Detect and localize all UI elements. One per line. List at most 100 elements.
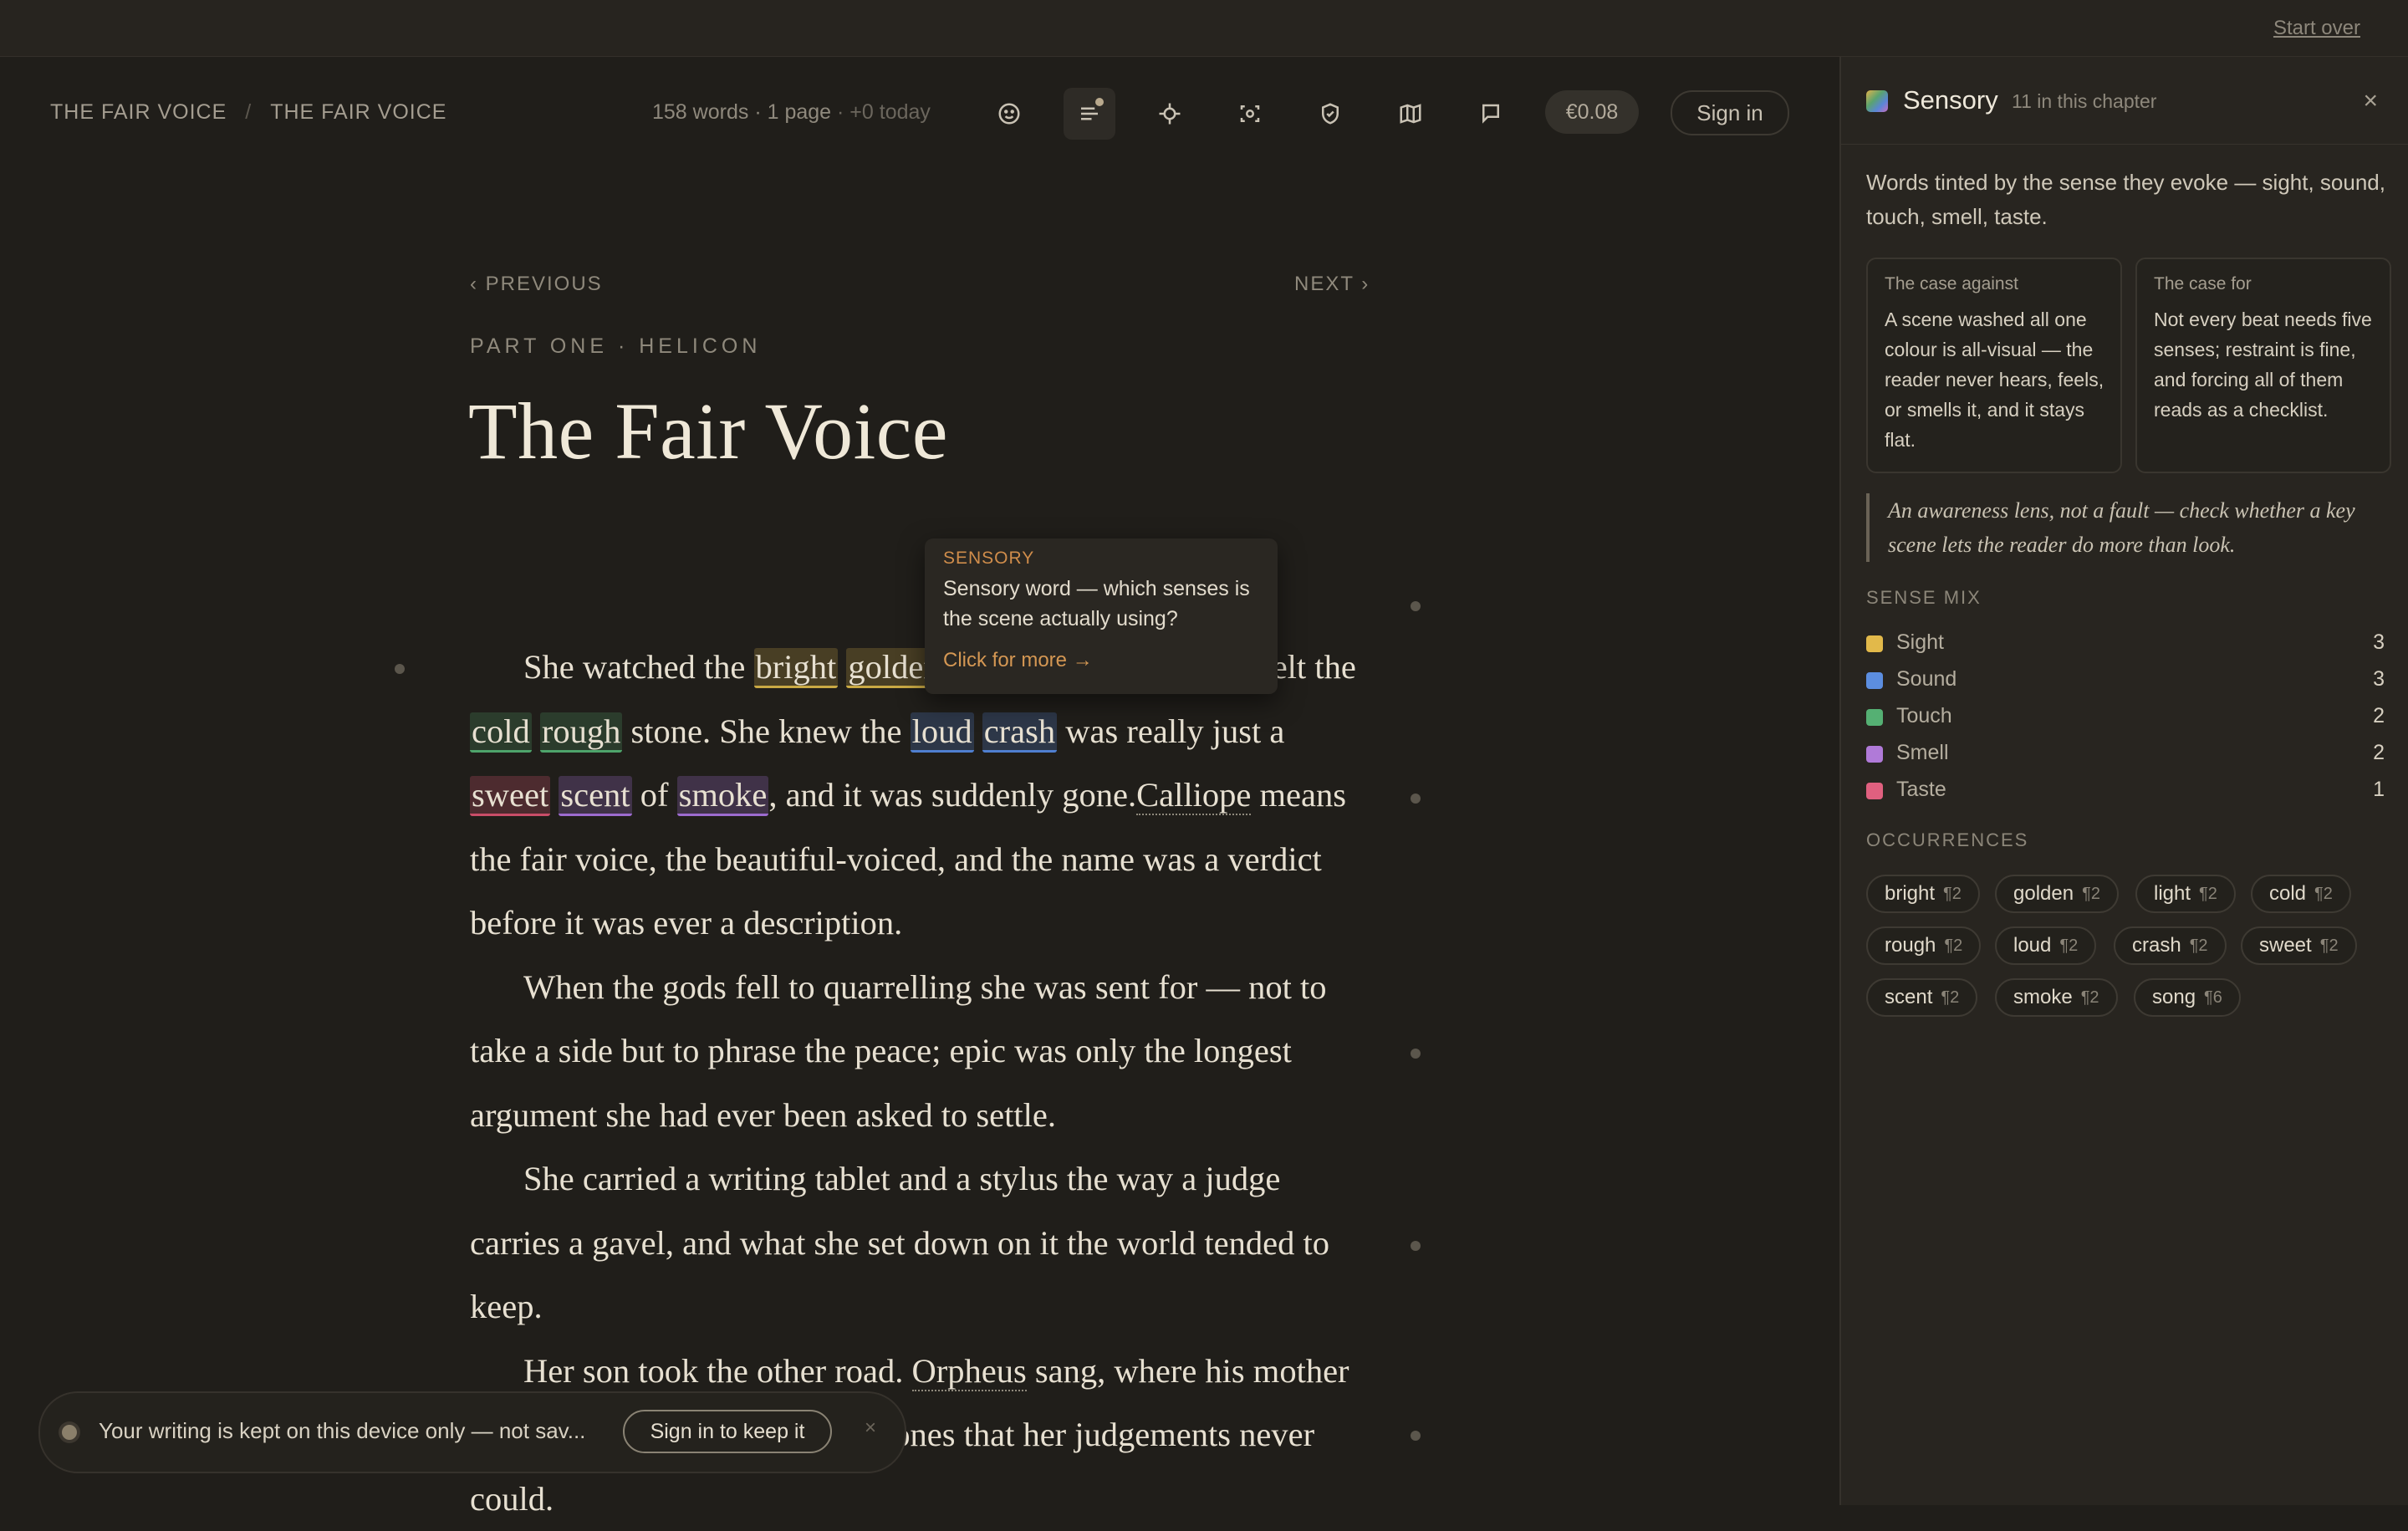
occurrence-word: cold: [2269, 882, 2306, 906]
name-reference[interactable]: Orpheus: [912, 1352, 1027, 1391]
next-chapter-link[interactable]: NEXT ›: [1294, 273, 1370, 296]
paragraph-marker[interactable]: [1411, 601, 1421, 611]
usage-cost-badge[interactable]: €0.08: [1545, 90, 1639, 134]
start-over-link[interactable]: Start over: [2273, 17, 2360, 40]
occurrence-word: bright: [1885, 882, 1935, 906]
breadcrumb-book[interactable]: THE FAIR VOICE: [50, 100, 227, 125]
editor-area: THE FAIR VOICE / THE FAIR VOICE 158 word…: [0, 57, 1839, 1505]
occurrence-paragraph-ref: ¶2: [2190, 936, 2208, 956]
sense-mix-heading: SENSE MIX: [1866, 587, 1982, 609]
occurrence-chip[interactable]: crash ¶2: [2114, 926, 2227, 965]
sense-mix-row[interactable]: Smell2: [1866, 739, 2385, 769]
sensory-swatch-icon: [1866, 90, 1888, 112]
tooltip-more-link[interactable]: Click for more →: [943, 649, 1093, 672]
toast-close-icon[interactable]: ×: [865, 1416, 876, 1440]
occurrence-chip[interactable]: light¶2: [2135, 875, 2236, 913]
shield-check-icon: [1318, 101, 1343, 126]
sense-mix-row[interactable]: Touch 2: [1866, 702, 2385, 732]
paragraph-marker[interactable]: [1411, 1241, 1421, 1251]
previous-chapter-link[interactable]: ‹ PREVIOUS: [470, 273, 603, 296]
tooltip-category: SENSORY: [943, 549, 1034, 569]
sensory-tooltip: SENSORY Sensory word — which senses is t…: [925, 538, 1278, 694]
toast-message: Your writing is kept on this device only…: [99, 1418, 585, 1444]
occurrence-word: song: [2152, 986, 2196, 1009]
sense-count: 2: [2373, 704, 2385, 728]
status-dot: [62, 1425, 77, 1440]
scan-lens-button[interactable]: [1224, 88, 1276, 140]
sense-label: Sound: [1896, 667, 1956, 692]
sensory-word-touch[interactable]: rough: [540, 712, 623, 753]
sign-in-to-keep-button[interactable]: Sign in to keep it: [623, 1410, 832, 1453]
sense-mix-row[interactable]: Taste1: [1866, 776, 2385, 806]
text-run: [532, 712, 540, 750]
sensory-lens-button[interactable]: [1064, 88, 1115, 140]
text-run: Her son took the other road.: [523, 1352, 912, 1390]
occurrence-word: scent: [1885, 986, 1932, 1009]
occurrences-heading: OCCURRENCES: [1866, 829, 2028, 851]
sensory-word-smell[interactable]: scent: [559, 776, 631, 816]
occurrence-paragraph-ref: ¶2: [2081, 988, 2099, 1008]
occurrence-chip[interactable]: golden ¶2: [1995, 875, 2119, 913]
occurrence-word: crash: [2132, 934, 2181, 957]
comments-button[interactable]: [1465, 88, 1517, 140]
occurrence-word: smoke: [2013, 986, 2073, 1009]
sensory-panel: Sensory 11 in this chapter × Words tinte…: [1839, 57, 2408, 1505]
case-against-card: The case against A scene washed all one …: [1866, 258, 2122, 473]
card-heading: The case for: [2154, 274, 2252, 294]
sense-label: Touch: [1896, 704, 1952, 728]
occurrence-paragraph-ref: ¶2: [2082, 885, 2100, 904]
occurrence-paragraph-ref: ¶2: [1944, 936, 1962, 956]
tooltip-text: Sensory word — which senses is the scene…: [943, 574, 1265, 634]
occurrence-paragraph-ref: ¶6: [2204, 988, 2222, 1008]
paragraph-marker[interactable]: [1411, 1431, 1421, 1441]
card-heading: The case against: [1885, 274, 2018, 294]
paragraph-marker[interactable]: [395, 664, 405, 674]
paragraph[interactable]: When the gods fell to quarrelling she wa…: [470, 956, 1365, 1148]
occurrence-chip[interactable]: rough¶2: [1866, 926, 1981, 965]
sensory-word-sight[interactable]: bright: [754, 648, 839, 688]
mood-lens-button[interactable]: [983, 88, 1035, 140]
card-body: A scene washed all one colour is all-vis…: [1885, 304, 2110, 455]
breadcrumb-chapter[interactable]: THE FAIR VOICE: [270, 100, 446, 125]
sensory-word-sound[interactable]: loud: [911, 712, 974, 753]
occurrence-word: loud: [2013, 934, 2051, 957]
shield-lens-button[interactable]: [1304, 88, 1356, 140]
card-body: Not every beat needs five senses; restra…: [2154, 304, 2380, 425]
paragraph-marker[interactable]: [1411, 794, 1421, 804]
comment-icon: [1478, 101, 1503, 126]
occurrence-word: golden: [2013, 882, 2074, 906]
close-icon[interactable]: ×: [2363, 87, 2378, 115]
occurrence-paragraph-ref: ¶2: [1941, 988, 1959, 1008]
occurrence-chip[interactable]: bright¶2: [1866, 875, 1980, 913]
chapter-title[interactable]: The Fair Voice: [468, 385, 948, 477]
sign-in-button[interactable]: Sign in: [1671, 90, 1789, 135]
occurrence-paragraph-ref: ¶2: [2199, 885, 2217, 904]
sensory-word-touch[interactable]: cold: [470, 712, 532, 753]
sensory-word-sound[interactable]: crash: [982, 712, 1057, 753]
text-run: stone. She knew the: [622, 712, 910, 750]
occurrence-chip[interactable]: loud¶2: [1995, 926, 2096, 965]
name-reference[interactable]: Calliope: [1136, 776, 1251, 815]
occurrence-chip[interactable]: scent ¶2: [1866, 978, 1977, 1017]
sense-mix-row[interactable]: Sight3: [1866, 629, 2385, 659]
panel-title: Sensory: [1903, 85, 1998, 115]
stats-separator: ·: [754, 100, 761, 124]
occurrence-chip[interactable]: smoke ¶2: [1995, 978, 2118, 1017]
occurrence-chip[interactable]: song ¶6: [2134, 978, 2241, 1017]
paragraph-marker[interactable]: [1411, 1049, 1421, 1059]
page-count: 1 page: [768, 100, 831, 124]
sense-color-swatch: [1866, 783, 1883, 799]
sensory-word-smell[interactable]: smoke: [677, 776, 769, 816]
today-count: +0 today: [849, 100, 931, 124]
focus-lens-button[interactable]: [1144, 88, 1196, 140]
map-lens-button[interactable]: [1385, 88, 1436, 140]
paragraph[interactable]: She carried a writing tablet and a stylu…: [470, 1147, 1365, 1340]
text-run: of: [632, 776, 677, 814]
local-storage-toast: Your writing is kept on this device only…: [38, 1391, 906, 1473]
occurrence-chip[interactable]: sweet¶2: [2241, 926, 2357, 965]
word-stats: 158 words · 1 page · +0 today: [652, 100, 931, 125]
sense-color-swatch: [1866, 635, 1883, 652]
sensory-word-taste[interactable]: sweet: [470, 776, 550, 816]
sense-mix-row[interactable]: Sound3: [1866, 666, 2385, 696]
occurrence-chip[interactable]: cold¶2: [2251, 875, 2351, 913]
